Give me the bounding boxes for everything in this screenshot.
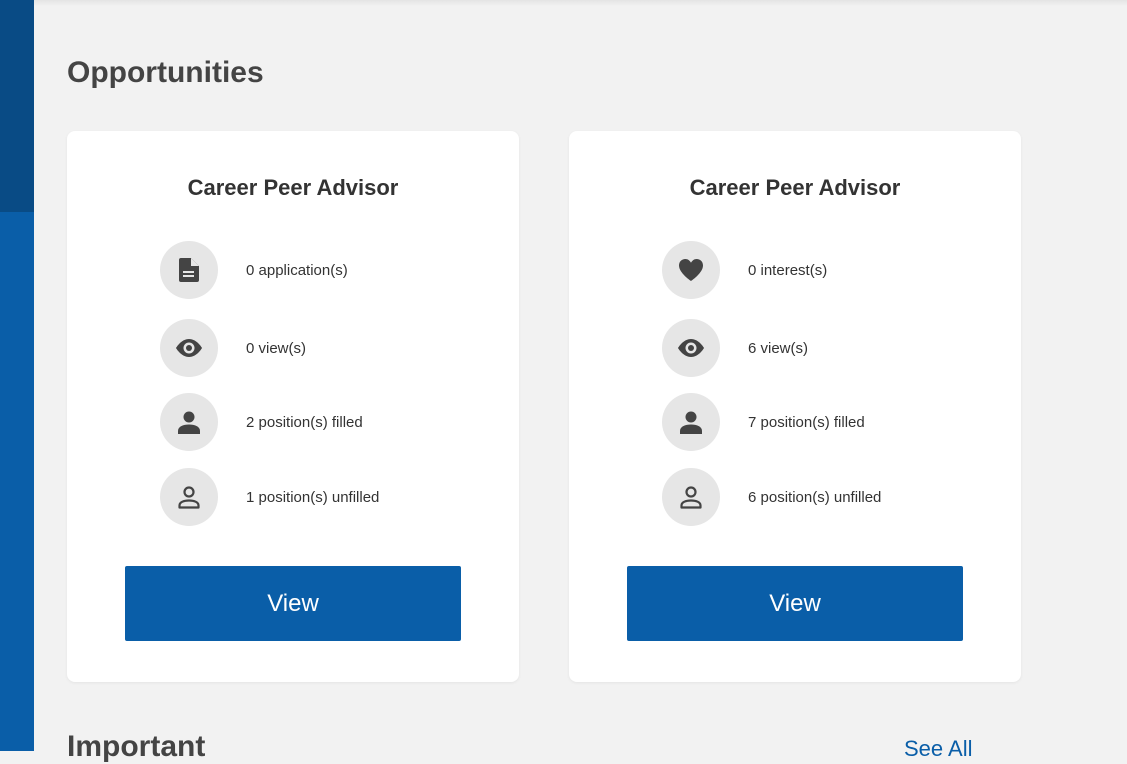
view-button[interactable]: View	[627, 566, 963, 641]
opportunity-card: Career Peer Advisor 0 application(s) 0 v…	[67, 131, 519, 682]
section-title-opportunities: Opportunities	[67, 56, 264, 89]
stat-text: 6 view(s)	[748, 339, 809, 357]
stat-text: 0 view(s)	[246, 339, 307, 357]
stat-positions-filled: 7 position(s) filled	[662, 393, 982, 451]
opportunity-card: Career Peer Advisor 0 interest(s) 6 view…	[569, 131, 1021, 682]
document-icon	[160, 241, 218, 299]
eye-icon	[160, 319, 218, 377]
stat-applications: 0 application(s)	[160, 241, 480, 299]
stat-text: 7 position(s) filled	[748, 413, 865, 431]
card-title: Career Peer Advisor	[689, 175, 901, 200]
stat-text: 1 position(s) unfilled	[246, 488, 380, 506]
stat-text: 0 application(s)	[246, 261, 348, 279]
stat-positions-filled: 2 position(s) filled	[160, 393, 480, 451]
stat-positions-unfilled: 6 position(s) unfilled	[662, 468, 982, 526]
person-outline-icon	[160, 468, 218, 526]
stat-text: 0 interest(s)	[748, 261, 828, 279]
heart-icon	[662, 241, 720, 299]
section-title-important: Important	[67, 730, 206, 763]
person-filled-icon	[662, 393, 720, 451]
sidebar	[0, 0, 34, 751]
stat-views: 6 view(s)	[662, 319, 982, 377]
person-filled-icon	[160, 393, 218, 451]
stat-text: 2 position(s) filled	[246, 413, 363, 431]
person-outline-icon	[662, 468, 720, 526]
eye-icon	[662, 319, 720, 377]
stat-views: 0 view(s)	[160, 319, 480, 377]
see-all-link[interactable]: See All	[904, 736, 973, 762]
sidebar-active-section[interactable]	[0, 0, 34, 212]
stat-positions-unfilled: 1 position(s) unfilled	[160, 468, 480, 526]
view-button[interactable]: View	[125, 566, 461, 641]
card-title: Career Peer Advisor	[187, 175, 399, 200]
stat-text: 6 position(s) unfilled	[748, 488, 882, 506]
stat-interests: 0 interest(s)	[662, 241, 982, 299]
header-shadow	[34, 0, 1127, 6]
